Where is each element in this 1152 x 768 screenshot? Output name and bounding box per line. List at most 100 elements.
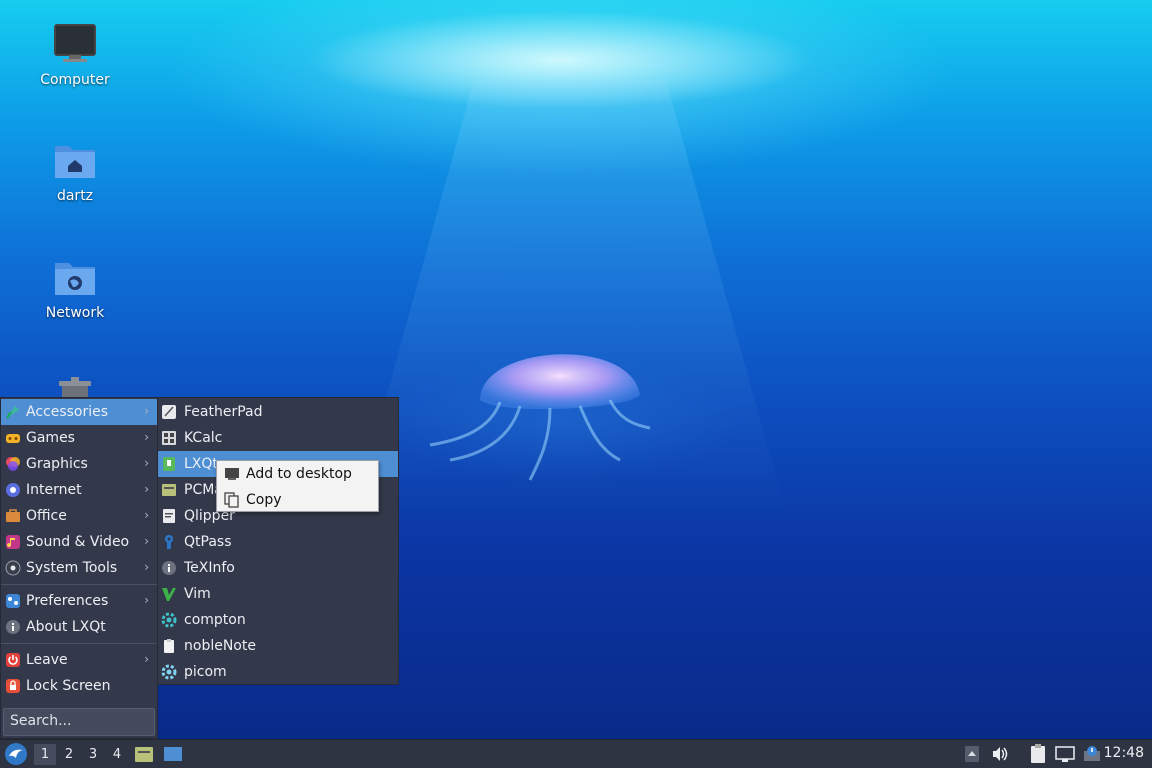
- submenu-item-qtpass[interactable]: QtPass: [158, 529, 398, 555]
- clipboard-icon: [1031, 744, 1045, 763]
- menu-item-games[interactable]: Games ›: [1, 425, 157, 451]
- context-item-add-to-desktop[interactable]: Add to desktop: [218, 461, 378, 486]
- desktop-icon-home[interactable]: dartz: [20, 138, 130, 204]
- submenu-item-label: KCalc: [184, 430, 223, 446]
- file-manager-icon: [135, 747, 153, 762]
- menu-item-system-tools[interactable]: System Tools ›: [1, 555, 157, 581]
- chevron-right-icon: ›: [144, 404, 149, 418]
- menu-item-office[interactable]: Office ›: [1, 503, 157, 529]
- start-menu-button[interactable]: [4, 742, 28, 766]
- menu-separator: [1, 643, 157, 644]
- menu-item-graphics[interactable]: Graphics ›: [1, 451, 157, 477]
- show-desktop-button[interactable]: [162, 743, 184, 765]
- accessories-submenu: FeatherPad KCalc LXQt PCMa Qlipper QtPas…: [157, 397, 399, 685]
- update-notifier-icon: [1084, 746, 1100, 761]
- menu-item-label: Accessories: [26, 404, 109, 420]
- menu-item-internet[interactable]: Internet ›: [1, 477, 157, 503]
- menu-item-label: Preferences: [26, 593, 109, 609]
- monitor-icon: [53, 22, 97, 66]
- submenu-item-featherpad[interactable]: FeatherPad: [158, 399, 398, 425]
- submenu-item-noblenote[interactable]: nobleNote: [158, 633, 398, 659]
- submenu-item-label: QtPass: [184, 534, 232, 550]
- calculator-icon: [160, 429, 178, 447]
- submenu-item-label: nobleNote: [184, 638, 256, 654]
- multimedia-icon: [4, 534, 21, 551]
- clock[interactable]: 12:48: [1104, 745, 1144, 761]
- password-icon: [160, 533, 178, 551]
- workspace-4[interactable]: 4: [106, 744, 128, 765]
- submenu-item-kcalc[interactable]: KCalc: [158, 425, 398, 451]
- desktop-icon-computer[interactable]: Computer: [20, 22, 130, 88]
- chevron-right-icon: ›: [144, 430, 149, 444]
- desktop-icon-network[interactable]: Network: [20, 255, 130, 321]
- submenu-item-label: Vim: [184, 586, 211, 602]
- submenu-item-compton[interactable]: compton: [158, 607, 398, 633]
- copy-icon: [224, 491, 240, 508]
- games-icon: [4, 430, 21, 447]
- clipboard-tray-button[interactable]: [1027, 743, 1049, 765]
- workspace-2[interactable]: 2: [58, 744, 80, 765]
- file-manager-icon: [160, 481, 178, 499]
- desktop-icon: [164, 747, 182, 761]
- menu-item-sound-video[interactable]: Sound & Video ›: [1, 529, 157, 555]
- context-item-label: Add to desktop: [246, 465, 352, 482]
- menu-item-label: About LXQt: [26, 619, 106, 635]
- chevron-right-icon: ›: [144, 508, 149, 522]
- chevron-right-icon: ›: [144, 560, 149, 574]
- taskbar: 1 2 3 4 12:48: [0, 739, 1152, 768]
- gear-icon: [160, 663, 178, 681]
- info-icon: [160, 559, 178, 577]
- volume-button[interactable]: [989, 743, 1011, 765]
- menu-item-label: Lock Screen: [26, 678, 111, 694]
- submenu-item-vim[interactable]: Vim: [158, 581, 398, 607]
- preferences-icon: [4, 593, 21, 610]
- chevron-right-icon: ›: [144, 534, 149, 548]
- submenu-item-label: TeXInfo: [184, 560, 235, 576]
- tray-expand-button[interactable]: [961, 743, 983, 765]
- desktop-icon-label: dartz: [56, 188, 94, 204]
- submenu-item-label: LXQt: [184, 456, 218, 472]
- power-icon: [4, 652, 21, 669]
- menu-item-accessories[interactable]: Accessories ›: [1, 399, 157, 425]
- file-manager-launcher[interactable]: [133, 743, 155, 765]
- desktop-icon-label: Network: [45, 305, 105, 321]
- menu-item-label: Office: [26, 508, 67, 524]
- menu-search-input[interactable]: Search...: [3, 708, 155, 736]
- workspace-1[interactable]: 1: [34, 744, 56, 765]
- menu-item-label: Sound & Video: [26, 534, 130, 550]
- menu-item-label: Internet: [26, 482, 82, 498]
- submenu-item-picom[interactable]: picom: [158, 659, 398, 685]
- accessories-icon: [4, 404, 21, 421]
- menu-separator: [1, 584, 157, 585]
- volume-icon: [993, 747, 1008, 761]
- chevron-right-icon: ›: [144, 593, 149, 607]
- notification-tray-button[interactable]: [1081, 743, 1103, 765]
- menu-item-label: System Tools: [26, 560, 118, 576]
- submenu-item-texinfo[interactable]: TeXInfo: [158, 555, 398, 581]
- context-item-copy[interactable]: Copy: [218, 487, 378, 512]
- application-menu: Accessories › Games › Graphics › Interne…: [0, 397, 158, 739]
- gear-icon: [160, 611, 178, 629]
- lxqt-logo-icon: [5, 743, 27, 765]
- menu-item-label: Games: [26, 430, 75, 446]
- menu-item-about-lxqt[interactable]: About LXQt: [1, 614, 157, 640]
- note-icon: [160, 637, 178, 655]
- menu-item-label: Leave: [26, 652, 68, 668]
- menu-item-preferences[interactable]: Preferences ›: [1, 588, 157, 614]
- menu-item-leave[interactable]: Leave ›: [1, 647, 157, 673]
- workspace-3[interactable]: 3: [82, 744, 104, 765]
- menu-item-label: Graphics: [26, 456, 88, 472]
- office-icon: [4, 508, 21, 525]
- network-folder-icon: [53, 255, 97, 299]
- context-menu: Add to desktop Copy: [216, 460, 379, 512]
- desktop-icon-label: Computer: [40, 72, 110, 88]
- system-tools-icon: [4, 560, 21, 577]
- submenu-item-label: FeatherPad: [184, 404, 263, 420]
- info-icon: [4, 619, 21, 636]
- internet-icon: [4, 482, 21, 499]
- chevron-right-icon: ›: [144, 456, 149, 470]
- network-icon: [1055, 746, 1075, 762]
- menu-item-lock-screen[interactable]: Lock Screen: [1, 673, 157, 699]
- network-tray-button[interactable]: [1054, 743, 1076, 765]
- chevron-up-icon: [965, 746, 979, 762]
